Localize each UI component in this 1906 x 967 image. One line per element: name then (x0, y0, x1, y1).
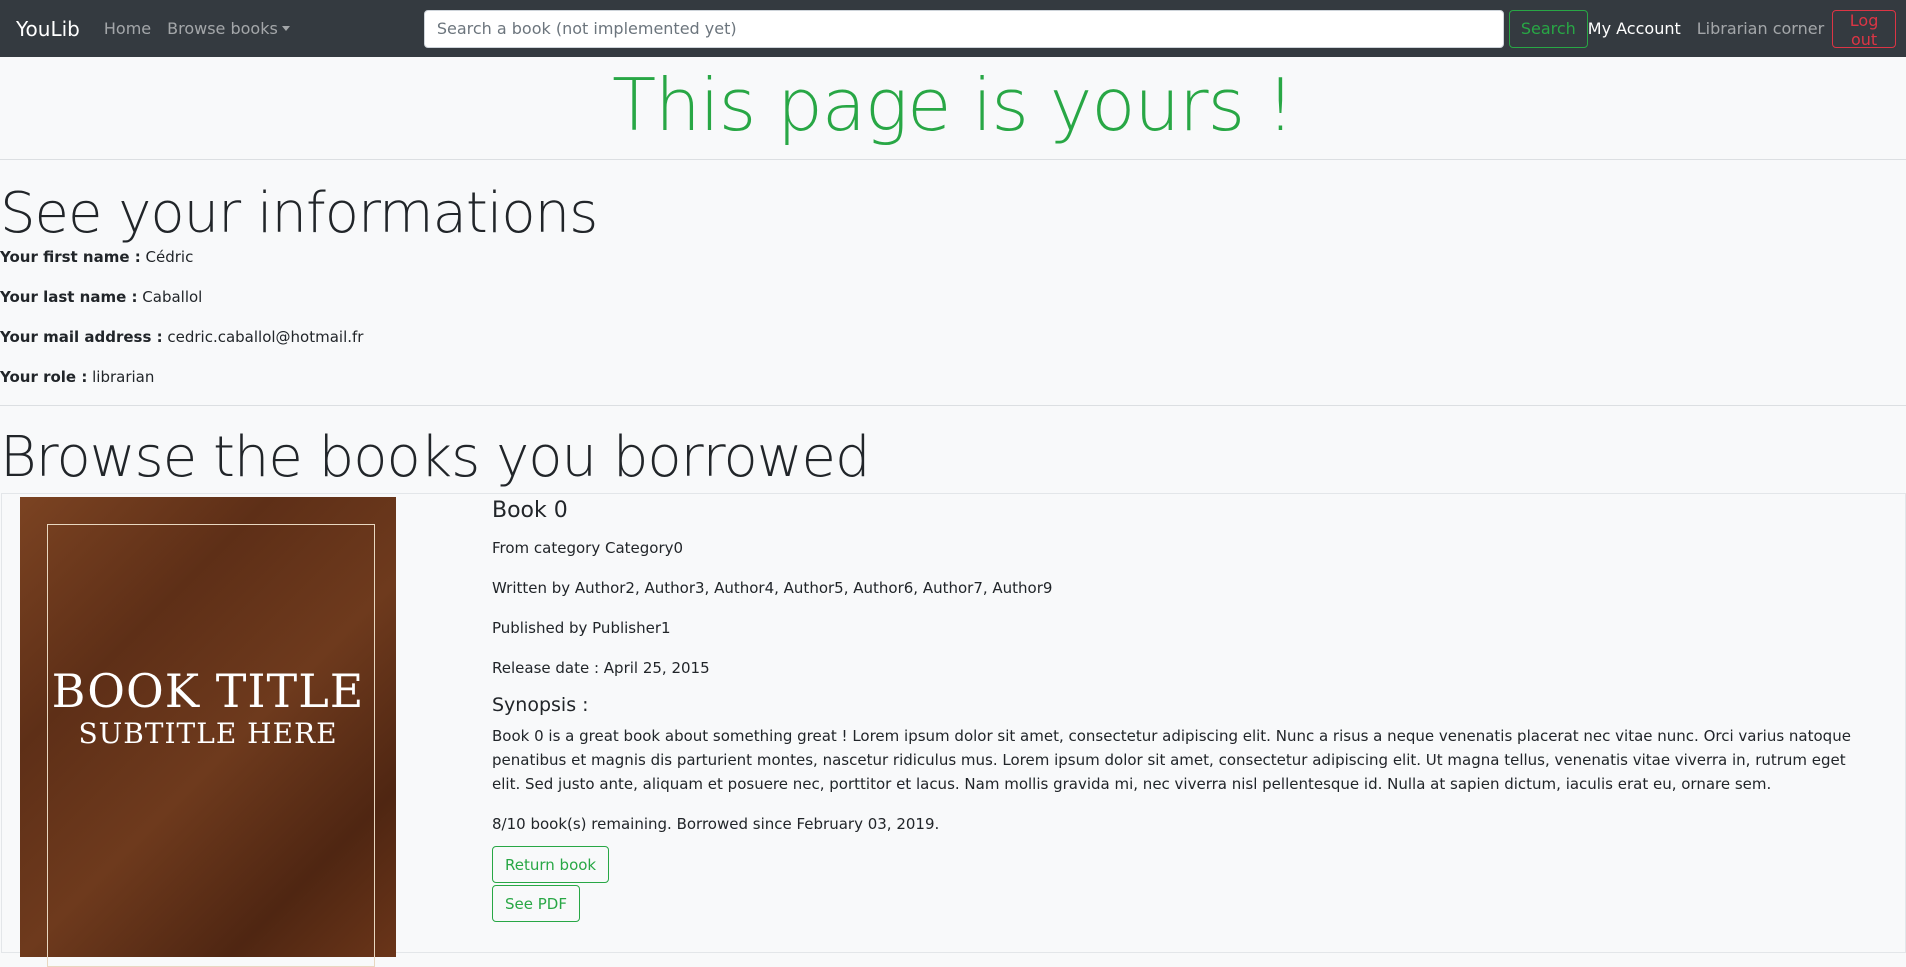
book-details: Book 0 From category Category0 Written b… (492, 494, 1905, 952)
nav-browse-books-dropdown[interactable]: Browse books (167, 19, 290, 38)
search-input[interactable] (423, 9, 1504, 48)
nav-home-link[interactable]: Home (104, 19, 151, 38)
borrow-status: 8/10 book(s) remaining. Borrowed since F… (492, 815, 940, 834)
page-title: This page is yours ! (612, 63, 1295, 147)
navbar: YouLib Home Browse books Search My Accou… (0, 0, 1906, 57)
synopsis-text: Book 0 is a great book about something g… (492, 727, 1851, 794)
last-name-label: Your last name : (0, 288, 138, 307)
return-book-button[interactable]: Return book (492, 846, 610, 884)
book-publisher: Published by Publisher1 (492, 619, 671, 638)
cover-title: BOOK TITLE (51, 664, 365, 719)
role-row: Your role : librarian (0, 367, 1906, 387)
caret-down-icon (281, 26, 290, 31)
mail-value: cedric.caballol@hotmail.fr (167, 328, 364, 347)
role-label: Your role : (0, 368, 88, 387)
info-heading: See your informations (0, 181, 598, 246)
book-title: Book 0 (492, 498, 568, 524)
mail-label: Your mail address : (0, 328, 163, 347)
search-form: Search (423, 9, 1588, 48)
book-release-date: Release date : April 25, 2015 (492, 659, 710, 678)
first-name-row: Your first name : Cédric (0, 247, 1906, 267)
cover-subtitle: SUBTITLE HERE (78, 717, 338, 751)
account-info-section: See your informations Your first name : … (0, 160, 1906, 387)
book-authors: Written by Author2, Author3, Author4, Au… (492, 579, 1053, 598)
nav-librarian-corner-link[interactable]: Librarian corner (1697, 19, 1824, 38)
role-value: librarian (92, 368, 155, 387)
brand-link[interactable]: YouLib (16, 17, 80, 41)
book-cover-image: BOOK TITLE SUBTITLE HERE (20, 497, 396, 967)
first-name-label: Your first name : (0, 248, 141, 267)
logout-button[interactable]: Log out (1832, 9, 1896, 49)
nav-browse-books-label: Browse books (167, 19, 278, 38)
right-nav: My Account Librarian corner Log out (1588, 9, 1896, 49)
synopsis-heading: Synopsis : (492, 694, 589, 717)
nav-my-account-link[interactable]: My Account (1588, 19, 1681, 38)
last-name-row: Your last name : Caballol (0, 287, 1906, 307)
book-category: From category Category0 (492, 539, 684, 558)
first-name-value: Cédric (145, 248, 194, 267)
see-pdf-button[interactable]: See PDF (492, 885, 580, 923)
mail-row: Your mail address : cedric.caballol@hotm… (0, 327, 1906, 347)
borrowed-books-section: Browse the books you borrowed BOOK TITLE… (0, 406, 1906, 967)
books-heading: Browse the books you borrowed (0, 425, 871, 491)
last-name-value: Caballol (142, 288, 203, 307)
book-card: BOOK TITLE SUBTITLE HERE Book 0 From cat… (1, 493, 1906, 967)
book-actions: Return book See PDF (492, 846, 1875, 923)
search-button[interactable]: Search (1508, 9, 1588, 48)
